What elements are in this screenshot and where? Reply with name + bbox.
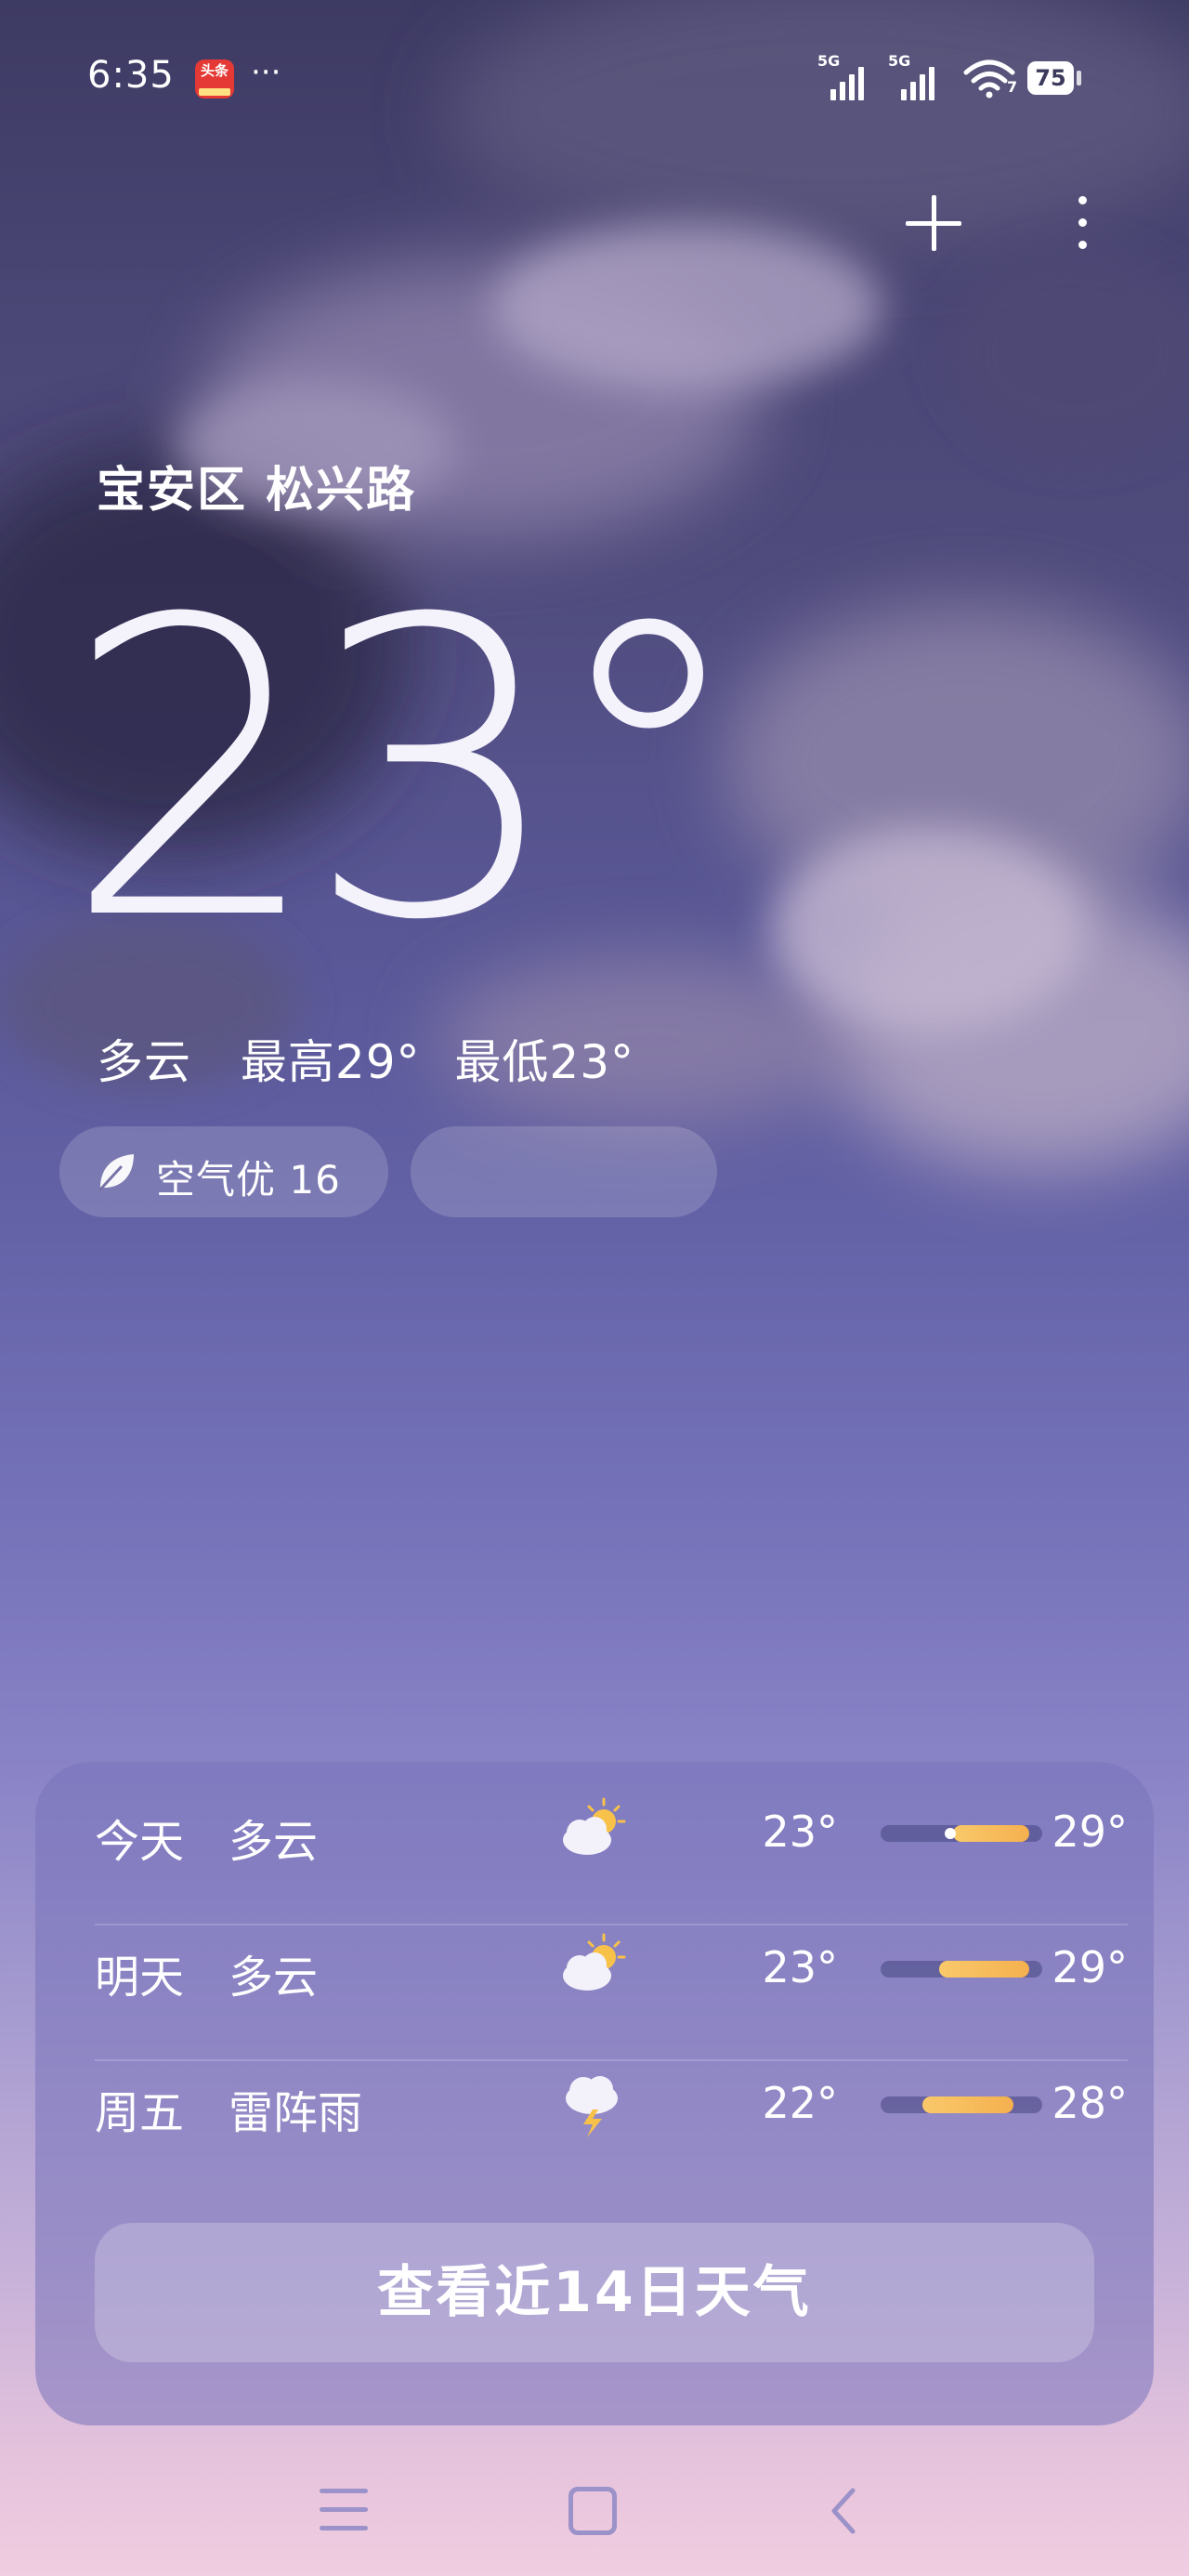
notification-more-indicator: ···	[251, 54, 281, 91]
temperature-range-bar	[881, 1961, 1042, 1978]
toutiao-app-icon: 头条	[195, 59, 234, 99]
forecast-high: 29°	[1052, 1807, 1128, 1857]
thunderstorm-icon	[566, 2076, 618, 2137]
weather-summary: 多云 最高29° 最低23°	[97, 1025, 668, 1092]
forecast-condition: 雷阵雨	[229, 2087, 363, 2139]
leaf-icon	[98, 1154, 134, 1191]
forecast-low: 23°	[762, 1807, 838, 1857]
status-bar: 6:35 头条 ··· 5G 5G 7 75	[0, 0, 1189, 158]
forecast-day: 周五	[95, 2087, 185, 2139]
forecast-day: 今天	[95, 1816, 185, 1868]
today-low: 最低23°	[454, 1035, 635, 1089]
forecast-low: 22°	[762, 2078, 838, 2128]
current-condition: 多云	[97, 1035, 191, 1089]
air-quality-label: 空气优 16	[156, 1157, 341, 1203]
temperature-range-fill	[953, 1825, 1030, 1842]
forecast-row-friday[interactable]: 周五 雷阵雨 22° 28°	[95, 2033, 1128, 2169]
temperature-range-bar	[881, 2096, 1042, 2113]
back-icon[interactable]	[817, 2483, 873, 2539]
partly-cloudy-icon	[563, 1797, 626, 1855]
forecast-day: 明天	[95, 1952, 185, 2004]
location-name: 宝安区 松兴路	[97, 463, 417, 519]
wifi-label: 7	[1007, 78, 1018, 96]
current-temp-marker	[944, 1828, 956, 1839]
status-time: 6:35	[87, 54, 175, 97]
forecast-low: 23°	[762, 1942, 838, 1992]
forecast-condition: 多云	[229, 1816, 319, 1868]
add-city-button[interactable]	[901, 191, 966, 256]
menu-icon[interactable]	[320, 2489, 368, 2531]
today-high: 最高29°	[240, 1035, 421, 1089]
home-icon[interactable]	[568, 2487, 617, 2535]
temperature-range-fill	[922, 2096, 1013, 2113]
battery-icon: 75	[1027, 61, 1074, 95]
weather-info-pill[interactable]	[411, 1126, 717, 1217]
navigation-bar	[0, 2453, 1189, 2576]
forecast-high: 28°	[1052, 2078, 1128, 2128]
forecast-row-today[interactable]: 今天 多云 23° 29°	[95, 1762, 1128, 1898]
app-badge-text: 头条	[200, 62, 229, 79]
current-temperature: 23°	[63, 533, 751, 1009]
partly-cloudy-icon	[563, 1933, 626, 1991]
temperature-range-fill	[938, 1961, 1030, 1978]
view-14-day-forecast-button[interactable]: 查看近14日天气	[95, 2223, 1094, 2362]
forecast-card: 今天 多云 23° 29° 明天 多云 23° 29° 周五 雷阵雨 22° 2…	[35, 1762, 1154, 2425]
weather-screen: 6:35 头条 ··· 5G 5G 7 75 宝安区 松兴路 23° 多云 最高…	[0, 0, 1189, 2576]
forecast-row-tomorrow[interactable]: 明天 多云 23° 29°	[95, 1898, 1128, 2033]
temperature-range-bar	[881, 1825, 1042, 1842]
more-options-button[interactable]	[1068, 191, 1096, 256]
forecast-condition: 多云	[229, 1952, 319, 2004]
air-quality-pill[interactable]: 空气优 16	[59, 1126, 388, 1217]
forecast-high: 29°	[1052, 1942, 1128, 1992]
